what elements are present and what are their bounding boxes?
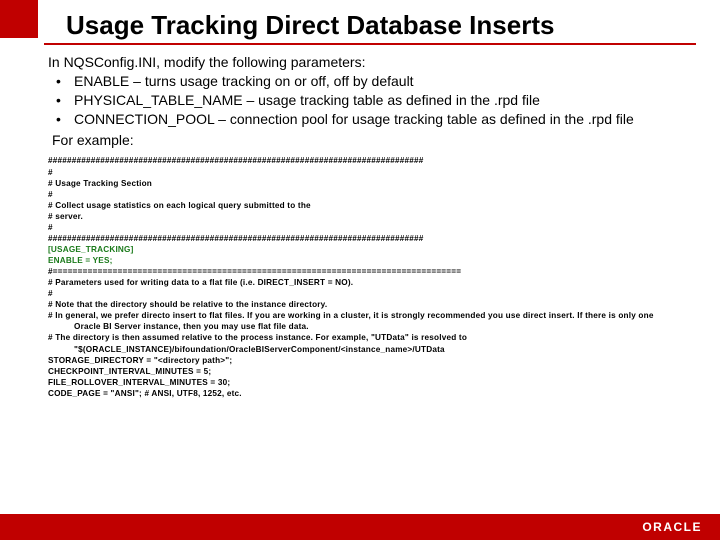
code-line: # <box>48 288 696 299</box>
bullet-item: • ENABLE – turns usage tracking on or of… <box>44 72 696 91</box>
code-line: # server. <box>48 211 696 222</box>
bullet-dot-icon: • <box>56 72 74 91</box>
bullet-text: CONNECTION_POOL – connection pool for us… <box>74 110 634 129</box>
code-line: STORAGE_DIRECTORY = "<directory path>"; <box>48 355 696 366</box>
code-line: CODE_PAGE = "ANSI"; # ANSI, UTF8, 1252, … <box>48 388 696 399</box>
code-line-enable: ENABLE = YES; <box>48 255 696 266</box>
bullet-dot-icon: • <box>56 91 74 110</box>
slide-content: Usage Tracking Direct Database Inserts I… <box>0 0 720 399</box>
intro-line: In NQSConfig.INI, modify the following p… <box>44 53 696 72</box>
oracle-logo-text: ORACLE <box>642 520 702 534</box>
code-line: # Usage Tracking Section <box>48 178 696 189</box>
example-label: For example: <box>44 131 696 150</box>
bullet-item: • CONNECTION_POOL – connection pool for … <box>44 110 696 129</box>
header-accent-block <box>0 0 38 38</box>
code-line: # <box>48 189 696 200</box>
body-text: In NQSConfig.INI, modify the following p… <box>44 53 696 149</box>
oracle-logo: ORACLE <box>642 520 702 534</box>
bullet-item: • PHYSICAL_TABLE_NAME – usage tracking t… <box>44 91 696 110</box>
code-line: # <box>48 167 696 178</box>
code-line: ########################################… <box>48 233 696 244</box>
page-title: Usage Tracking Direct Database Inserts <box>44 10 696 45</box>
code-line: Oracle BI Server instance, then you may … <box>48 321 696 332</box>
code-line: "$(ORACLE_INSTANCE)/bifoundation/OracleB… <box>48 344 696 355</box>
code-line: ########################################… <box>48 155 696 166</box>
config-code-block: ########################################… <box>44 155 696 398</box>
code-line: # Collect usage statistics on each logic… <box>48 200 696 211</box>
code-line: # In general, we prefer directo insert t… <box>48 310 696 321</box>
code-line: FILE_ROLLOVER_INTERVAL_MINUTES = 30; <box>48 377 696 388</box>
code-line: #=======================================… <box>48 266 696 277</box>
code-line: # The directory is then assumed relative… <box>48 332 696 343</box>
code-line: CHECKPOINT_INTERVAL_MINUTES = 5; <box>48 366 696 377</box>
code-line: # Parameters used for writing data to a … <box>48 277 696 288</box>
code-line-section: [USAGE_TRACKING] <box>48 244 696 255</box>
code-line: # Note that the directory should be rela… <box>48 299 696 310</box>
bullet-dot-icon: • <box>56 110 74 129</box>
bullet-text: PHYSICAL_TABLE_NAME – usage tracking tab… <box>74 91 540 110</box>
bullet-text: ENABLE – turns usage tracking on or off,… <box>74 72 414 91</box>
footer-bar: ORACLE <box>0 514 720 540</box>
code-line: # <box>48 222 696 233</box>
